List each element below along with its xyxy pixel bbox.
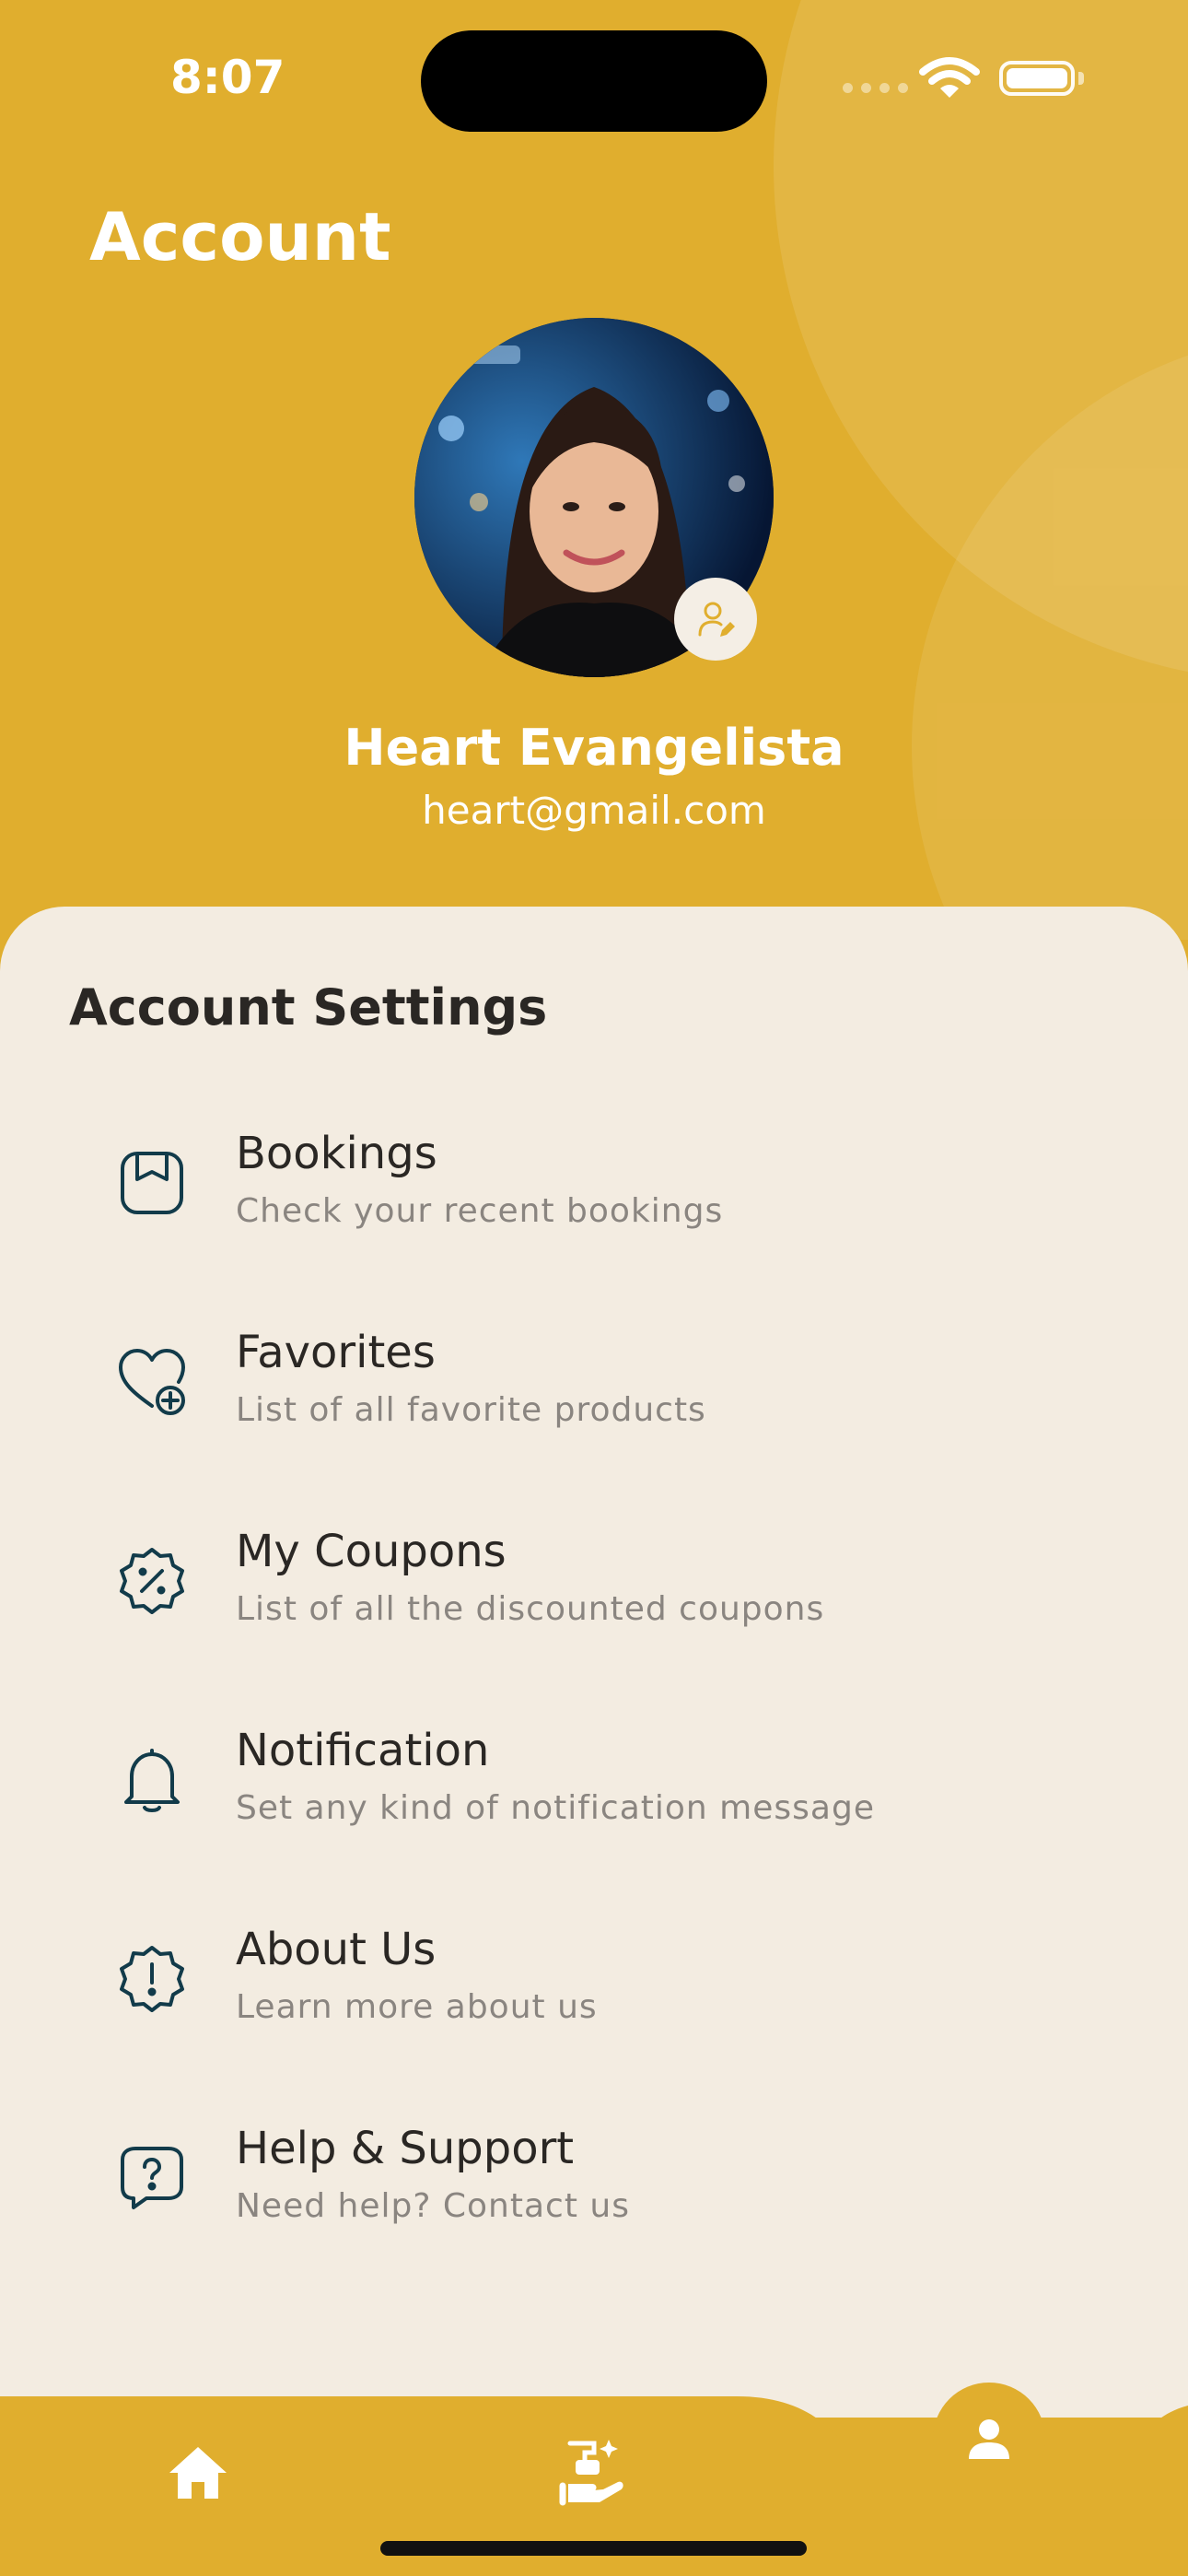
dynamic-island	[421, 30, 767, 132]
menu-item-label: Bookings	[236, 1128, 437, 1179]
heart-plus-icon	[111, 1341, 193, 1423]
info-badge-icon	[111, 1938, 193, 2020]
status-time: 8:07	[170, 51, 285, 104]
user-email: heart@gmail.com	[422, 788, 766, 833]
user-name: Heart Evangelista	[344, 719, 844, 777]
menu-item-label: Help & Support	[236, 2123, 575, 2174]
discount-badge-icon	[111, 1540, 193, 1622]
menu-item-bookings[interactable]: Bookings Check your recent bookings	[0, 1100, 1188, 1299]
page-title: Account	[89, 198, 391, 275]
bell-icon	[111, 1739, 193, 1821]
menu-item-subtitle: List of all favorite products	[236, 1391, 706, 1429]
settings-menu: Bookings Check your recent bookings Favo…	[0, 1100, 1188, 2294]
menu-item-label: Favorites	[236, 1327, 436, 1378]
bookings-icon	[111, 1142, 193, 1224]
menu-item-subtitle: Set any kind of notification message	[236, 1789, 875, 1827]
menu-item-subtitle: Need help? Contact us	[236, 2187, 630, 2225]
menu-item-notification[interactable]: Notification Set any kind of notificatio…	[0, 1697, 1188, 1896]
menu-item-subtitle: Learn more about us	[236, 1988, 598, 2026]
battery-nub	[1078, 72, 1084, 85]
wifi-icon	[919, 57, 980, 98]
user-edit-icon	[698, 602, 735, 637]
home-indicator	[380, 2541, 807, 2556]
menu-item-my-coupons[interactable]: My Coupons List of all the discounted co…	[0, 1498, 1188, 1697]
menu-item-about-us[interactable]: About Us Learn more about us	[0, 1896, 1188, 2095]
edit-profile-button[interactable]	[674, 578, 757, 661]
menu-item-help-support[interactable]: Help & Support Need help? Contact us	[0, 2095, 1188, 2294]
account-nav-button[interactable]	[933, 2383, 1045, 2495]
help-chat-icon	[111, 2137, 193, 2219]
section-title: Account Settings	[69, 978, 548, 1036]
home-icon[interactable]	[166, 2441, 230, 2506]
menu-item-label: About Us	[236, 1924, 437, 1975]
cellular-signal-icon	[843, 83, 908, 93]
menu-item-favorites[interactable]: Favorites List of all favorite products	[0, 1299, 1188, 1498]
menu-item-subtitle: Check your recent bookings	[236, 1192, 724, 1230]
menu-item-label: My Coupons	[236, 1526, 507, 1577]
battery-icon	[999, 61, 1075, 96]
menu-item-subtitle: List of all the discounted coupons	[236, 1590, 825, 1628]
services-icon[interactable]	[557, 2432, 626, 2506]
menu-item-label: Notification	[236, 1725, 490, 1776]
account-icon	[969, 2419, 1009, 2459]
account-settings-panel: Account Settings Bookings Check your rec…	[0, 907, 1188, 2418]
